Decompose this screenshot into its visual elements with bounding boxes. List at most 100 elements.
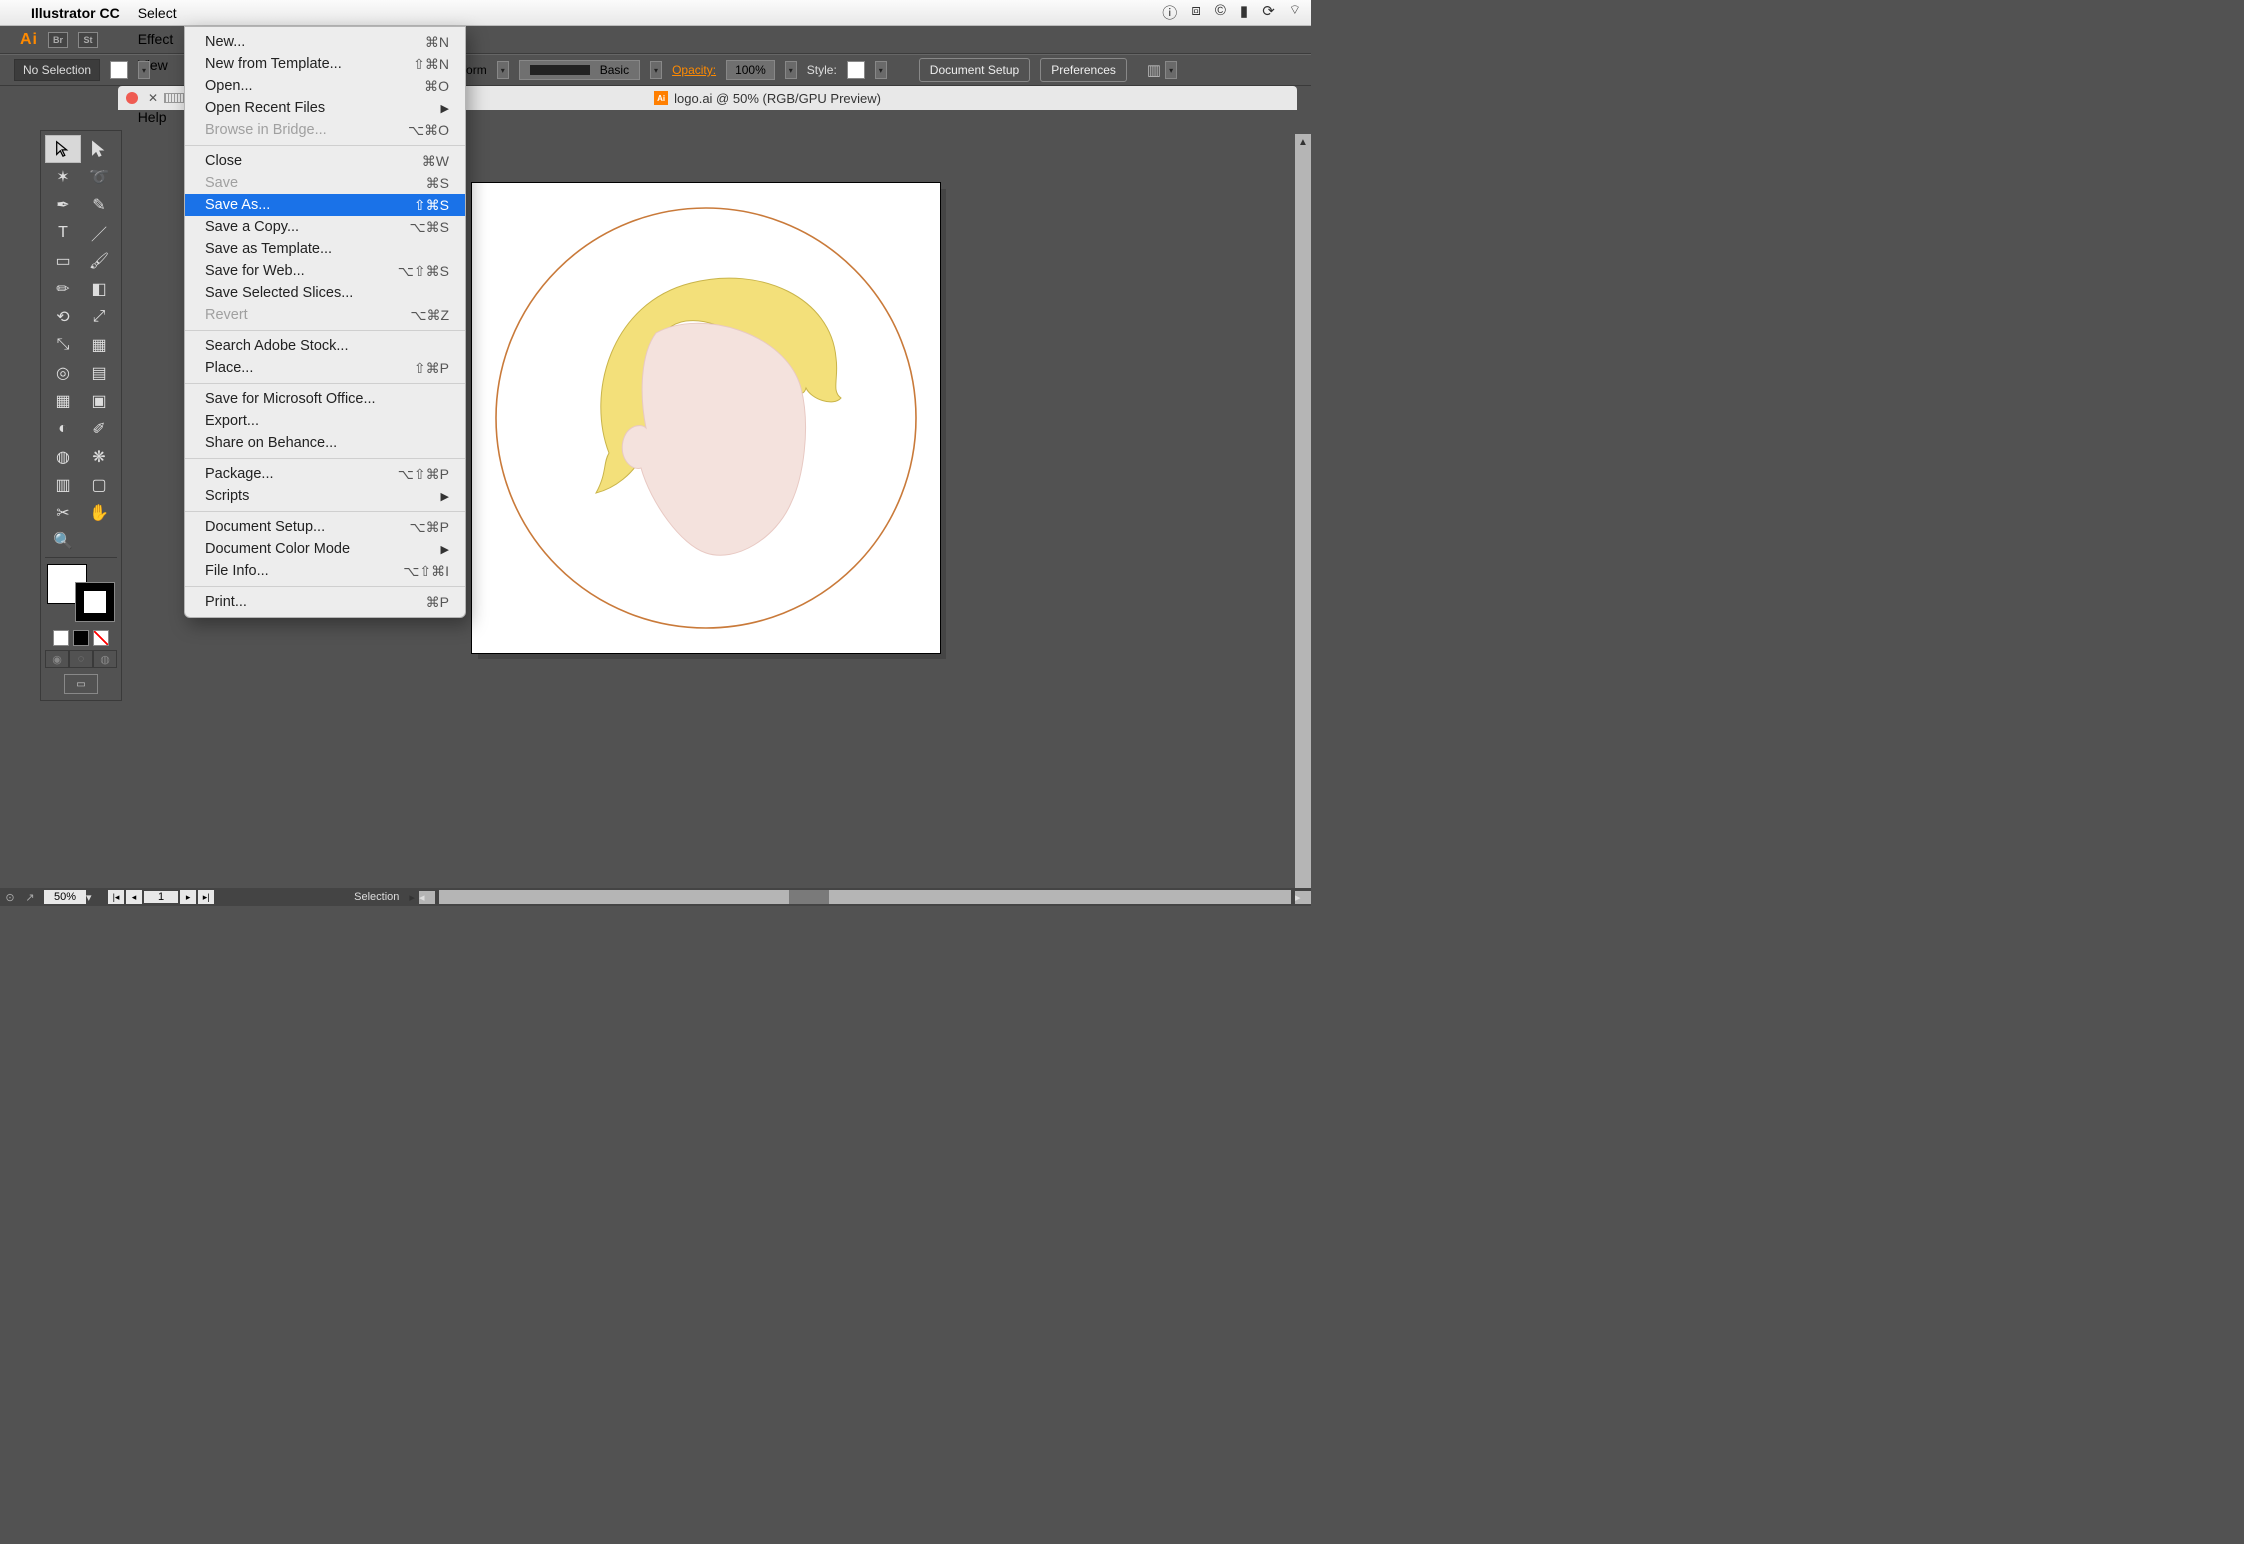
fill-swatch[interactable] <box>110 61 128 79</box>
scroll-up-icon[interactable]: ▲ <box>1295 134 1311 150</box>
column-graph-tool[interactable]: ▥ <box>45 471 81 499</box>
opacity-dropdown[interactable]: ▾ <box>785 61 797 79</box>
menu-item-close[interactable]: Close⌘W <box>185 150 465 172</box>
color-mode-gradient[interactable] <box>73 630 89 646</box>
artboard[interactable] <box>472 183 940 653</box>
window-close-icon[interactable] <box>126 92 138 104</box>
menu-item-save-as-template[interactable]: Save as Template... <box>185 238 465 260</box>
stroke-color[interactable] <box>75 582 115 622</box>
mesh-tool[interactable]: ▣ <box>81 387 117 415</box>
line-segment-tool[interactable]: ／ <box>81 219 117 247</box>
menu-item-save-as[interactable]: Save As...⇧⌘S <box>185 194 465 216</box>
selection-tool[interactable] <box>45 135 81 163</box>
pencil-tool[interactable]: ✏ <box>45 275 81 303</box>
style-swatch[interactable] <box>847 61 865 79</box>
rectangle-tool[interactable]: ▭ <box>45 247 81 275</box>
menu-select[interactable]: Select <box>129 0 197 26</box>
menu-item-print[interactable]: Print...⌘P <box>185 591 465 613</box>
hscroll-left[interactable]: ◂ <box>419 891 435 904</box>
zoom-level[interactable]: 50% <box>44 890 86 904</box>
draw-inside[interactable]: ◍ <box>93 650 117 668</box>
hand-tool[interactable]: ✋ <box>81 499 117 527</box>
menu-item-export[interactable]: Export... <box>185 410 465 432</box>
zoom-tool[interactable]: 🔍 <box>45 527 81 555</box>
menu-item-open[interactable]: Open...⌘O <box>185 75 465 97</box>
draw-behind[interactable]: ◌ <box>69 650 93 668</box>
opacity-field[interactable]: 100% <box>726 60 775 80</box>
fill-dropdown[interactable]: ▾ <box>138 61 150 79</box>
menu-item-save-selected-slices[interactable]: Save Selected Slices... <box>185 282 465 304</box>
menu-item-package[interactable]: Package...⌥⇧⌘P <box>185 463 465 485</box>
brush-dropdown[interactable]: ▾ <box>650 61 662 79</box>
menu-item-save-a-copy[interactable]: Save a Copy...⌥⌘S <box>185 216 465 238</box>
scale-tool[interactable]: ⤡ <box>45 331 81 359</box>
shape-builder-tool[interactable]: ▤ <box>81 359 117 387</box>
dropbox-icon[interactable]: ⧈ <box>1191 2 1201 23</box>
app-menu[interactable]: Illustrator CC <box>22 0 129 26</box>
navigation-icon[interactable]: ↗ <box>20 891 40 904</box>
pen-tool[interactable]: ✒ <box>45 191 81 219</box>
cc-icon[interactable]: © <box>1215 2 1226 23</box>
menu-item-document-color-mode[interactable]: Document Color Mode▶ <box>185 538 465 560</box>
curvature-tool[interactable]: ✎ <box>81 191 117 219</box>
menu-item-document-setup[interactable]: Document Setup...⌥⌘P <box>185 516 465 538</box>
color-mode-color[interactable] <box>53 630 69 646</box>
color-mode-none[interactable] <box>93 630 109 646</box>
uniform-dropdown[interactable]: ▾ <box>497 61 509 79</box>
menu-item-file-info[interactable]: File Info...⌥⇧⌘I <box>185 560 465 582</box>
artboard-tool[interactable]: ▢ <box>81 471 117 499</box>
free-transform-tool[interactable]: ◎ <box>45 359 81 387</box>
brush-definition[interactable]: Basic <box>519 60 640 80</box>
fill-stroke-control[interactable] <box>47 564 115 622</box>
eyedropper-tool[interactable]: ✐ <box>81 415 117 443</box>
align-pixel-icon[interactable]: ▥ <box>1147 61 1161 79</box>
menu-item-save-for-microsoft-office[interactable]: Save for Microsoft Office... <box>185 388 465 410</box>
info-icon[interactable]: ⓘ <box>1162 2 1177 23</box>
rotate-tool[interactable]: ⟲ <box>45 303 81 331</box>
last-artboard-button[interactable]: ▸| <box>198 890 214 904</box>
vertical-scrollbar[interactable]: ▲ <box>1295 134 1311 888</box>
next-artboard-button[interactable]: ▸ <box>180 890 196 904</box>
reflect-tool[interactable]: ⤢ <box>81 303 117 331</box>
menu-item-share-on-behance[interactable]: Share on Behance... <box>185 432 465 454</box>
lasso-tool[interactable]: ➰ <box>81 163 117 191</box>
symbol-sprayer-tool[interactable]: ❋ <box>81 443 117 471</box>
type-tool[interactable]: T <box>45 219 81 247</box>
artboard-number[interactable]: 1 <box>144 891 178 903</box>
hscroll-right[interactable]: ▸ <box>1295 891 1311 904</box>
tab-close-x[interactable]: ✕ <box>148 91 158 105</box>
sync-icon[interactable]: ⟳ <box>1262 2 1275 23</box>
preferences-button[interactable]: Preferences <box>1040 58 1127 82</box>
gpu-icon[interactable]: ⊙ <box>0 891 20 904</box>
bookmark-icon[interactable]: ▮ <box>1240 2 1248 23</box>
menu-item-new[interactable]: New...⌘N <box>185 31 465 53</box>
bridge-chip[interactable]: Br <box>48 32 68 48</box>
zoom-dropdown[interactable]: ▾ <box>86 891 100 904</box>
wifi-icon[interactable]: ⌔ <box>1289 2 1301 23</box>
menu-item-open-recent-files[interactable]: Open Recent Files▶ <box>185 97 465 119</box>
blend-tool[interactable]: ◍ <box>45 443 81 471</box>
draw-normal[interactable]: ◉ <box>45 650 69 668</box>
perspective-grid-tool[interactable]: ▦ <box>45 387 81 415</box>
screen-mode-button[interactable]: ▭ <box>64 674 98 694</box>
direct-selection-tool[interactable] <box>81 135 117 163</box>
eraser-tool[interactable]: ◧ <box>81 275 117 303</box>
style-dropdown[interactable]: ▾ <box>875 61 887 79</box>
menu-item-scripts[interactable]: Scripts▶ <box>185 485 465 507</box>
document-setup-button[interactable]: Document Setup <box>919 58 1030 82</box>
opacity-label[interactable]: Opacity: <box>672 63 716 77</box>
horizontal-scrollbar[interactable] <box>439 890 1291 904</box>
stock-chip[interactable]: St <box>78 32 98 48</box>
gradient-tool[interactable]: ◐ <box>45 415 81 443</box>
menu-item-new-from-template[interactable]: New from Template...⇧⌘N <box>185 53 465 75</box>
menu-item-search-adobe-stock[interactable]: Search Adobe Stock... <box>185 335 465 357</box>
prev-artboard-button[interactable]: ◂ <box>126 890 142 904</box>
width-tool[interactable]: ▦ <box>81 331 117 359</box>
paintbrush-tool[interactable]: 🖌 <box>81 247 117 275</box>
menu-item-place[interactable]: Place...⇧⌘P <box>185 357 465 379</box>
menu-item-save-for-web[interactable]: Save for Web...⌥⇧⌘S <box>185 260 465 282</box>
align-dropdown[interactable]: ▾ <box>1165 61 1177 79</box>
first-artboard-button[interactable]: |◂ <box>108 890 124 904</box>
slice-tool[interactable]: ✂ <box>45 499 81 527</box>
magic-wand-tool[interactable]: ✶ <box>45 163 81 191</box>
